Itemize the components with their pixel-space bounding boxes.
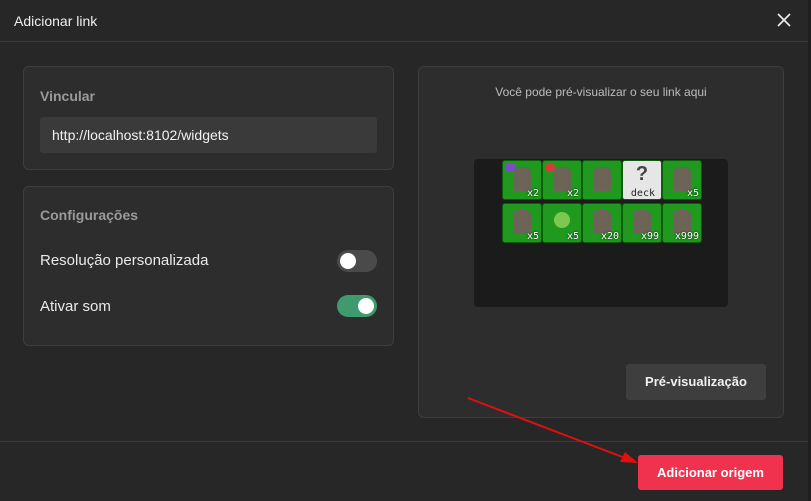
- add-link-dialog: Adicionar link Vincular http://localhost…: [0, 0, 809, 501]
- widget-tile: x99: [622, 203, 662, 243]
- widget-tile: x5: [662, 160, 702, 200]
- tile-count: x99: [640, 231, 659, 242]
- widget-tile: x5: [542, 203, 582, 243]
- link-section-title: Vincular: [40, 88, 95, 104]
- tile-count: x999: [674, 231, 699, 242]
- preview-panel: Você pode pré-visualizar o seu link aqui…: [418, 66, 784, 418]
- enable-sound-toggle[interactable]: [337, 295, 377, 317]
- tile-count: deck: [630, 188, 655, 199]
- custom-resolution-toggle[interactable]: [337, 250, 377, 272]
- settings-section-title: Configurações: [40, 207, 139, 223]
- add-source-button-label: Adicionar origem: [657, 465, 764, 480]
- enable-sound-label: Ativar som: [40, 298, 111, 315]
- widget-tile: x2: [542, 160, 582, 200]
- url-value: http://localhost:8102/widgets: [52, 127, 229, 143]
- zombie-icon: [593, 167, 611, 191]
- close-icon[interactable]: [774, 10, 794, 30]
- tile-count: x5: [686, 188, 699, 199]
- plant-icon: [554, 212, 570, 228]
- preview-button-label: Pré-visualização: [645, 374, 747, 389]
- settings-panel: Configurações Resolução personalizada At…: [23, 186, 394, 346]
- widget-tile: x5: [502, 203, 542, 243]
- dialog-header: Adicionar link: [0, 0, 808, 42]
- tile-count: x2: [526, 188, 539, 199]
- tile-count: x2: [566, 188, 579, 199]
- preview-area: x2 x2 ? deck x5 x5 x5 x20 x99 x999: [474, 159, 728, 307]
- preview-hint: Você pode pré-visualizar o seu link aqui: [495, 85, 707, 99]
- tile-count: x5: [526, 231, 539, 242]
- preview-button[interactable]: Pré-visualização: [626, 364, 766, 400]
- url-field[interactable]: http://localhost:8102/widgets: [40, 117, 377, 153]
- dialog-title: Adicionar link: [14, 13, 98, 29]
- widget-tile: ? deck: [622, 160, 662, 200]
- widget-tile: x999: [662, 203, 702, 243]
- footer-divider: [0, 441, 808, 442]
- link-panel: Vincular http://localhost:8102/widgets: [23, 66, 394, 170]
- widget-tile: x20: [582, 203, 622, 243]
- widget-tile: [582, 160, 622, 200]
- widget-tile: x2: [502, 160, 542, 200]
- add-source-button[interactable]: Adicionar origem: [638, 455, 783, 490]
- tile-count: x20: [600, 231, 619, 242]
- question-mark-icon: ?: [635, 163, 649, 185]
- custom-resolution-label: Resolução personalizada: [40, 252, 209, 269]
- tile-count: x5: [566, 231, 579, 242]
